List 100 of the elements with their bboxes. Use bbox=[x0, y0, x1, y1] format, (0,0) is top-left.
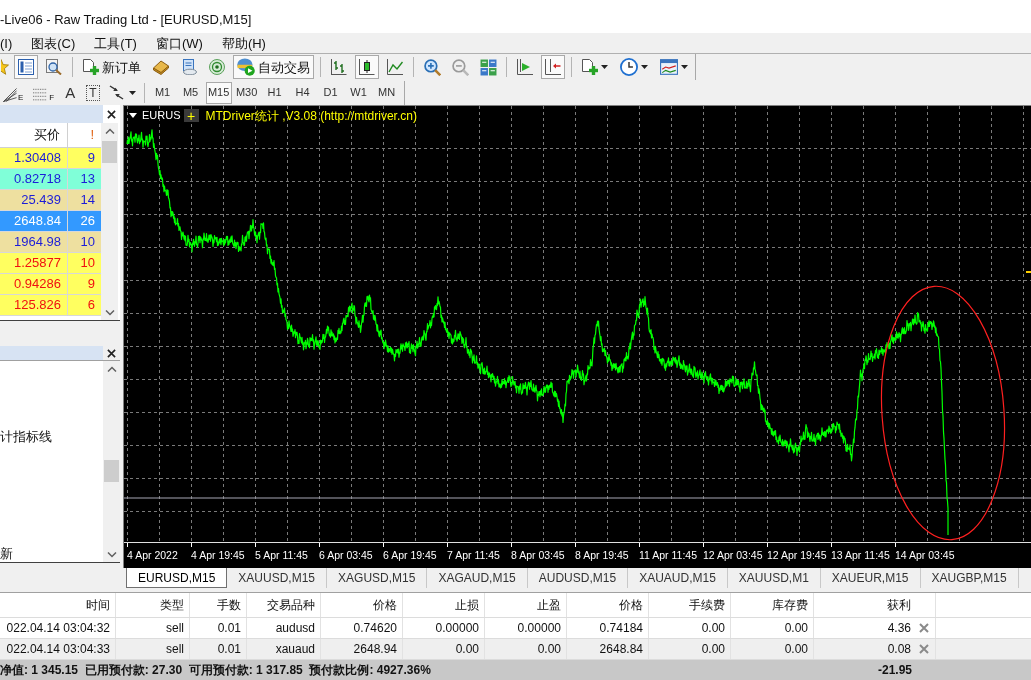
table-cell: xauaud bbox=[247, 639, 321, 659]
scrollbar-thumb[interactable] bbox=[104, 460, 119, 482]
timeframe-button[interactable]: M5 bbox=[177, 81, 204, 104]
table-cell: 0.01 bbox=[190, 639, 247, 659]
timeframe-button[interactable]: H1 bbox=[261, 81, 288, 104]
timeframe-button[interactable]: M1 bbox=[149, 81, 176, 104]
tree-item[interactable]: 新 bbox=[0, 547, 13, 561]
table-cell: 0.00000 bbox=[485, 618, 567, 638]
tree-item[interactable]: 计指标线 bbox=[0, 430, 52, 444]
table-cell: 0.00 bbox=[485, 639, 567, 659]
scrollbar[interactable] bbox=[103, 361, 120, 562]
candlestick-icon bbox=[359, 59, 375, 75]
chart-tab[interactable]: AUDUSD,M15 bbox=[527, 568, 629, 588]
time-label: 14 Apr 03:45 bbox=[895, 550, 955, 561]
chart-tab[interactable]: XAUEUR,M15 bbox=[820, 568, 921, 588]
chart-tab[interactable]: XAUAUD,M15 bbox=[628, 568, 728, 588]
chart-tab[interactable]: EURUSD,M15 bbox=[126, 568, 228, 588]
chart-symbol: EURUS bbox=[142, 110, 181, 121]
quote-row[interactable]: 1964.98 10 bbox=[0, 232, 101, 253]
table-cell: audusd bbox=[247, 618, 321, 638]
table-cell: 2648.84 bbox=[567, 639, 649, 659]
column-header[interactable]: 价格 bbox=[321, 593, 403, 617]
text-tool-button[interactable]: A bbox=[60, 81, 81, 104]
column-header[interactable]: ! bbox=[68, 123, 101, 147]
zoom-in-icon bbox=[423, 58, 441, 76]
chart-tab[interactable]: XAUUSD,M15 bbox=[227, 568, 328, 588]
new-order-button[interactable]: 新订单 bbox=[79, 55, 145, 79]
scrollbar[interactable] bbox=[101, 123, 118, 320]
chart-tab[interactable]: XAUGBP,M15 bbox=[920, 568, 1019, 588]
line-chart-icon bbox=[387, 59, 403, 75]
fibonacci-levels-button[interactable]: F bbox=[29, 81, 58, 104]
chart-tab[interactable]: XAGAUD,M15 bbox=[427, 568, 528, 588]
column-header[interactable]: 手续费 bbox=[649, 593, 731, 617]
column-header[interactable]: 时间 bbox=[0, 593, 116, 617]
candlestick-button[interactable] bbox=[355, 55, 379, 79]
time-label: 8 Apr 03:45 bbox=[511, 550, 565, 561]
menu-item[interactable]: 图表(C) bbox=[31, 36, 76, 50]
caret-icon bbox=[129, 113, 137, 118]
time-label: 7 Apr 11:45 bbox=[447, 550, 500, 561]
fibonacci-fan-button[interactable]: E bbox=[0, 81, 27, 104]
time-label: 11 Apr 11:45 bbox=[639, 550, 697, 561]
column-header[interactable]: 手数 bbox=[190, 593, 247, 617]
column-header[interactable]: 类型 bbox=[116, 593, 190, 617]
column-header[interactable]: 价格 bbox=[567, 593, 649, 617]
star-icon bbox=[0, 59, 9, 75]
auto-trading-button[interactable]: 自动交易 bbox=[233, 55, 314, 79]
chevron-down-icon bbox=[106, 551, 117, 558]
list-icon bbox=[18, 59, 34, 75]
book-icon bbox=[153, 59, 169, 75]
clock-icon bbox=[620, 58, 638, 76]
chart-window-icon bbox=[660, 58, 678, 76]
quote-row[interactable]: 1.25877 10 bbox=[0, 253, 101, 274]
quote-row[interactable]: 25.439 14 bbox=[0, 190, 101, 211]
table-cell: 0.00 bbox=[649, 618, 731, 638]
table-cell: 0.74620 bbox=[321, 618, 403, 638]
timeframe-button[interactable]: M15 bbox=[205, 81, 232, 104]
timeframe-button[interactable]: MN bbox=[373, 81, 400, 104]
table-cell: sell bbox=[116, 639, 190, 659]
column-header[interactable]: 库存费 bbox=[731, 593, 814, 617]
table-cell: 125.826 bbox=[0, 295, 68, 316]
table-cell: 4.36 bbox=[887, 622, 911, 634]
total-profit: -21.95 bbox=[877, 664, 912, 676]
column-header[interactable]: 交易品种 bbox=[247, 593, 321, 617]
chart-tab[interactable]: XAGUSD,M15 bbox=[327, 568, 428, 588]
quote-row[interactable]: 0.82718 13 bbox=[0, 169, 101, 190]
text-label-button[interactable]: T bbox=[86, 84, 100, 101]
axes-marker-icon bbox=[545, 59, 561, 75]
chart-tab[interactable]: XAUUSD,M1 bbox=[727, 568, 821, 588]
expand-button[interactable]: + bbox=[183, 109, 199, 122]
quote-row[interactable]: 0.94286 9 bbox=[0, 274, 101, 295]
market-watch-button[interactable] bbox=[14, 55, 38, 79]
menu-item[interactable]: 工具(T) bbox=[94, 36, 137, 50]
play-icon bbox=[237, 58, 255, 76]
time-label: 13 Apr 11:45 bbox=[831, 550, 890, 561]
timeframe-button[interactable]: M30 bbox=[233, 81, 260, 104]
timeframe-button[interactable]: H4 bbox=[289, 81, 316, 104]
document-plus-icon bbox=[83, 59, 99, 75]
bar-chart-icon bbox=[331, 59, 347, 75]
menu-item[interactable]: (I) bbox=[0, 36, 13, 50]
quote-row[interactable]: 125.826 6 bbox=[0, 295, 101, 316]
indicator-label: MTDriver统计 ,V3.08 (http://mtdriver.cn) bbox=[205, 109, 417, 122]
account-summary: 净值: 1 345.15 已用预付款: 27.30 可用预付款: 1 317.85 预付款比例: 4927.36% bbox=[0, 664, 431, 676]
column-header[interactable]: 买价 bbox=[0, 123, 68, 147]
quote-row[interactable]: 1.30408 9 bbox=[0, 148, 101, 169]
column-header[interactable]: 获利 bbox=[814, 593, 936, 617]
close-icon bbox=[107, 109, 116, 119]
chevron-down-icon bbox=[104, 309, 115, 316]
timeframe-button[interactable]: W1 bbox=[345, 81, 372, 104]
column-header[interactable]: 止损 bbox=[403, 593, 485, 617]
table-cell: 0.00 bbox=[649, 639, 731, 659]
menu-item[interactable]: 帮助(H) bbox=[221, 36, 266, 50]
chart-shift-button[interactable] bbox=[541, 55, 565, 79]
column-header[interactable]: 止盈 bbox=[485, 593, 567, 617]
time-label: 12 Apr 03:45 bbox=[703, 550, 763, 561]
menu-item[interactable]: 窗口(W) bbox=[155, 36, 203, 50]
arrows-icon bbox=[108, 85, 124, 100]
close-icon bbox=[107, 348, 116, 358]
scrollbar-thumb[interactable] bbox=[102, 141, 117, 163]
timeframe-button[interactable]: D1 bbox=[317, 81, 344, 104]
time-label: 8 Apr 19:45 bbox=[575, 550, 629, 561]
